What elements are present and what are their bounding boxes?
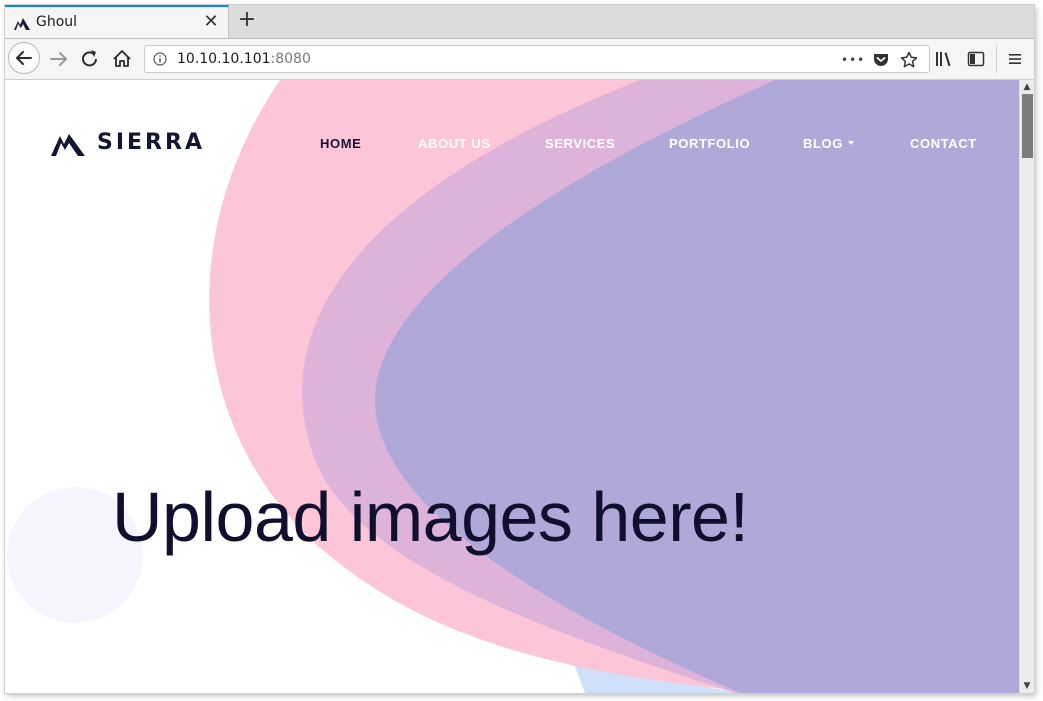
- tab-title: Ghoul: [36, 14, 78, 30]
- nav-home[interactable]: HOME: [320, 136, 361, 151]
- pocket-icon[interactable]: [871, 50, 891, 70]
- forward-button[interactable]: [45, 39, 73, 79]
- home-icon: [113, 50, 131, 67]
- toolbar-divider: [996, 45, 997, 73]
- tab-strip: Ghoul ✕ +: [5, 5, 1034, 39]
- menu-icon[interactable]: [1005, 49, 1025, 69]
- url-host: 10.10.10.101: [177, 51, 271, 67]
- url-port: :8080: [270, 51, 311, 67]
- nav-blog-label: BLOG: [803, 136, 843, 151]
- info-icon[interactable]: [153, 52, 167, 66]
- sidebar-icon[interactable]: [966, 49, 986, 69]
- forward-icon: [50, 52, 67, 66]
- reload-button[interactable]: [76, 39, 104, 79]
- scroll-thumb[interactable]: [1022, 94, 1033, 158]
- tab-ghoul[interactable]: Ghoul ✕: [5, 5, 229, 38]
- scroll-down-arrow-icon[interactable]: ▼: [1020, 679, 1034, 693]
- caret-down-icon: [847, 141, 854, 145]
- bookmark-star-icon[interactable]: [899, 50, 919, 70]
- hero-title: Upload images here!: [112, 478, 749, 556]
- new-tab-button[interactable]: +: [237, 9, 257, 31]
- decorative-background-blobs: [7, 80, 1019, 693]
- page-content: SIERRA HOME ABOUT US SERVICES PORTFOLIO …: [5, 80, 1019, 693]
- nav-contact[interactable]: CONTACT: [910, 136, 977, 151]
- url-text[interactable]: 10.10.10.101:8080: [177, 51, 311, 67]
- home-button[interactable]: [108, 39, 136, 79]
- back-icon: [16, 51, 32, 65]
- nav-portfolio[interactable]: PORTFOLIO: [669, 136, 750, 151]
- sierra-mountain-icon: [51, 134, 85, 156]
- navigation-toolbar: 10.10.10.101:8080 •••: [5, 39, 1034, 80]
- page-actions-button[interactable]: •••: [841, 50, 864, 70]
- nav-about-us[interactable]: ABOUT US: [418, 136, 491, 151]
- url-bar[interactable]: 10.10.10.101:8080 •••: [144, 45, 930, 73]
- sierra-logo-icon: [14, 18, 30, 30]
- back-button[interactable]: [8, 42, 40, 74]
- logo-text: SIERRA: [97, 130, 205, 155]
- close-tab-icon[interactable]: ✕: [203, 13, 219, 31]
- scroll-up-arrow-icon[interactable]: ▲: [1020, 80, 1034, 94]
- nav-blog[interactable]: BLOG: [803, 136, 854, 151]
- library-icon[interactable]: [934, 49, 954, 69]
- reload-icon: [82, 50, 97, 67]
- nav-services[interactable]: SERVICES: [545, 136, 615, 151]
- browser-window: Ghoul ✕ + 10.10.10.101:8080 ••• SIERRA H…: [5, 5, 1034, 693]
- vertical-scrollbar[interactable]: ▲ ▼: [1019, 80, 1034, 693]
